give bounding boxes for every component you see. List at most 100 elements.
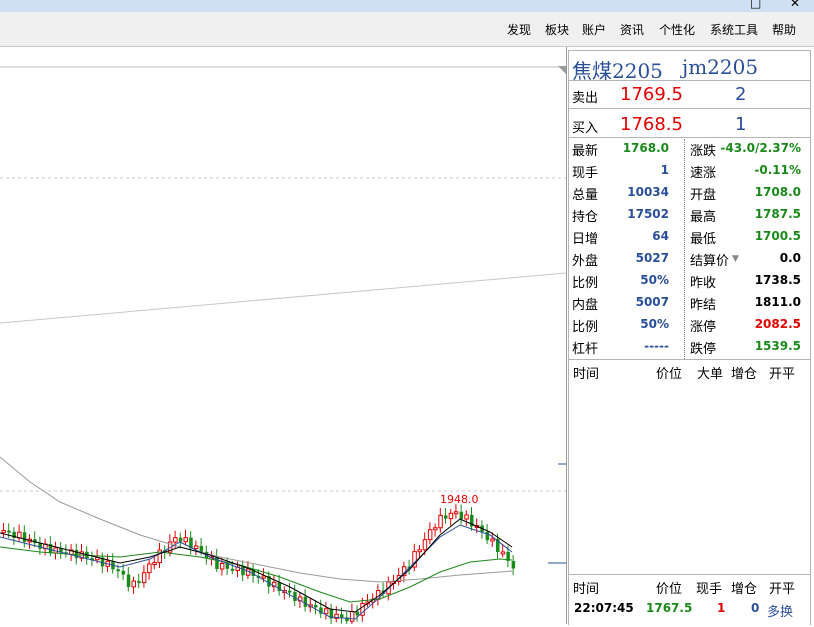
kline-svg[interactable]: 1948.0 — [0, 47, 567, 627]
symbol-box: 焦煤2205 jm2205 — [568, 50, 811, 83]
trade-header-vol: 现手 — [696, 582, 723, 597]
ask-label: 卖出 — [572, 91, 599, 106]
stat-label: 昨收 — [690, 276, 717, 291]
menu-bar: 发现 板块 账户 资讯 个性化 系统工具 帮助 — [0, 12, 814, 47]
menu-help[interactable]: 帮助 — [772, 21, 796, 38]
stats-row: 日增 64 最低 1700.5 — [569, 226, 809, 248]
ask-price: 1769.5 — [620, 84, 683, 105]
stat-label: 涨跌 — [690, 144, 717, 159]
menu-sectors[interactable]: 板块 — [545, 21, 569, 38]
stat-label: 速涨 — [690, 166, 717, 181]
candle — [173, 537, 178, 543]
trade-volume: 1 — [717, 601, 726, 615]
candle — [121, 570, 126, 575]
menu-personalize[interactable]: 个性化 — [659, 21, 695, 38]
stats-row: 比例 50% 涨停 2082.5 — [569, 314, 809, 336]
stats-row: 外盘 5027 结算价 0.0 — [569, 248, 809, 270]
stats-row: 内盘 5007 昨结 1811.0 — [569, 292, 809, 314]
ask-row[interactable]: 卖出 1769.5 2 — [568, 80, 811, 110]
bid-price: 1768.5 — [620, 114, 683, 135]
stat-value: 1768.0 — [622, 141, 669, 155]
stat-value: ----- — [644, 339, 669, 353]
candle — [453, 511, 459, 515]
candle — [427, 529, 433, 541]
menu-system-tools[interactable]: 系统工具 — [710, 21, 758, 38]
menu-account[interactable]: 账户 — [582, 21, 606, 38]
stat-label: 外盘 — [572, 254, 599, 269]
trade-header-time: 时间 — [573, 582, 600, 597]
stat-label: 杠杆 — [572, 342, 599, 357]
candle — [340, 614, 344, 618]
stat-label: 现手 — [572, 166, 599, 181]
candle — [490, 538, 495, 542]
tick-list-box[interactable]: 时间 价位 大单 增仓 开平 — [568, 359, 811, 576]
menu-discover[interactable]: 发现 — [507, 21, 531, 38]
trade-type: 多换 — [767, 605, 794, 620]
trade-price: 1767.5 — [646, 601, 693, 615]
stat-label: 跌停 — [690, 342, 717, 357]
stat-label: 涨停 — [690, 320, 717, 335]
stats-row: 杠杆 ----- 跌停 1539.5 — [569, 336, 809, 358]
candle — [7, 530, 11, 533]
candle — [438, 514, 443, 529]
candle — [261, 575, 266, 579]
candle — [417, 549, 422, 553]
candle — [485, 531, 490, 541]
candle — [444, 515, 448, 519]
restore-icon[interactable]: □ — [750, 0, 761, 10]
candle — [349, 610, 355, 622]
stats-row: 持仓 17502 最高 1787.5 — [569, 204, 809, 226]
stat-value: 2082.5 — [754, 317, 801, 331]
tick-header-time: 时间 — [573, 367, 600, 382]
candle — [178, 537, 183, 542]
candle — [74, 549, 79, 559]
candle — [448, 512, 454, 520]
menu-news[interactable]: 资讯 — [620, 21, 644, 38]
trade-time: 22:07:45 — [574, 601, 634, 615]
symbol-code: jm2205 — [682, 55, 759, 79]
stats-row: 比例 50% 昨收 1738.5 — [569, 270, 809, 292]
candle — [303, 596, 308, 607]
trade-oi: 0 — [751, 601, 760, 615]
stat-label: 比例 — [572, 320, 599, 335]
candle — [183, 537, 188, 543]
stat-value: 1539.5 — [754, 339, 801, 353]
trade-header-price: 价位 — [656, 582, 683, 597]
stat-label: 开盘 — [690, 188, 717, 203]
stat-value: 1811.0 — [754, 295, 801, 309]
stat-value: 10034 — [627, 185, 669, 199]
stat-label: 日增 — [572, 232, 599, 247]
candle — [22, 532, 27, 542]
trade-header-oi: 增仓 — [731, 582, 758, 597]
candle — [126, 574, 131, 587]
bid-label: 买入 — [572, 121, 599, 136]
candle — [219, 562, 225, 570]
candle — [323, 608, 329, 615]
stat-label: 最低 — [690, 232, 717, 247]
candle — [1, 530, 6, 534]
corner-arrow-icon — [558, 66, 566, 74]
stat-value: 1738.5 — [754, 273, 801, 287]
candle — [38, 543, 42, 549]
tick-header-oi: 增仓 — [731, 367, 758, 382]
candle — [459, 511, 464, 519]
candle — [464, 514, 469, 520]
close-icon[interactable]: ✕ — [790, 0, 800, 10]
stat-value: 5007 — [635, 295, 669, 309]
bid-row[interactable]: 买入 1768.5 1 — [568, 108, 811, 139]
candle — [511, 560, 516, 569]
stat-value: 0.0 — [779, 251, 801, 265]
trade-list-box[interactable]: 时间 价位 现手 增仓 开平 22:07:45 1767.5 1 0 多换 — [568, 574, 811, 625]
dropdown-arrow-icon[interactable]: ▼ — [732, 254, 739, 264]
stat-value: 64 — [652, 229, 669, 243]
stat-label: 比例 — [572, 276, 599, 291]
stat-value: -0.11% — [754, 163, 801, 177]
quote-panel: 焦煤2205 jm2205 卖出 1769.5 2 买入 1768.5 1 最新… — [567, 47, 814, 625]
trend-line[interactable] — [0, 272, 567, 324]
candle — [147, 563, 152, 574]
stat-value: 1787.5 — [754, 207, 801, 221]
tick-header-price: 价位 — [656, 367, 683, 382]
tick-header-type: 开平 — [769, 367, 796, 382]
tick-header-big: 大单 — [697, 367, 724, 382]
kline-chart[interactable]: 1948.0 — [0, 47, 567, 627]
